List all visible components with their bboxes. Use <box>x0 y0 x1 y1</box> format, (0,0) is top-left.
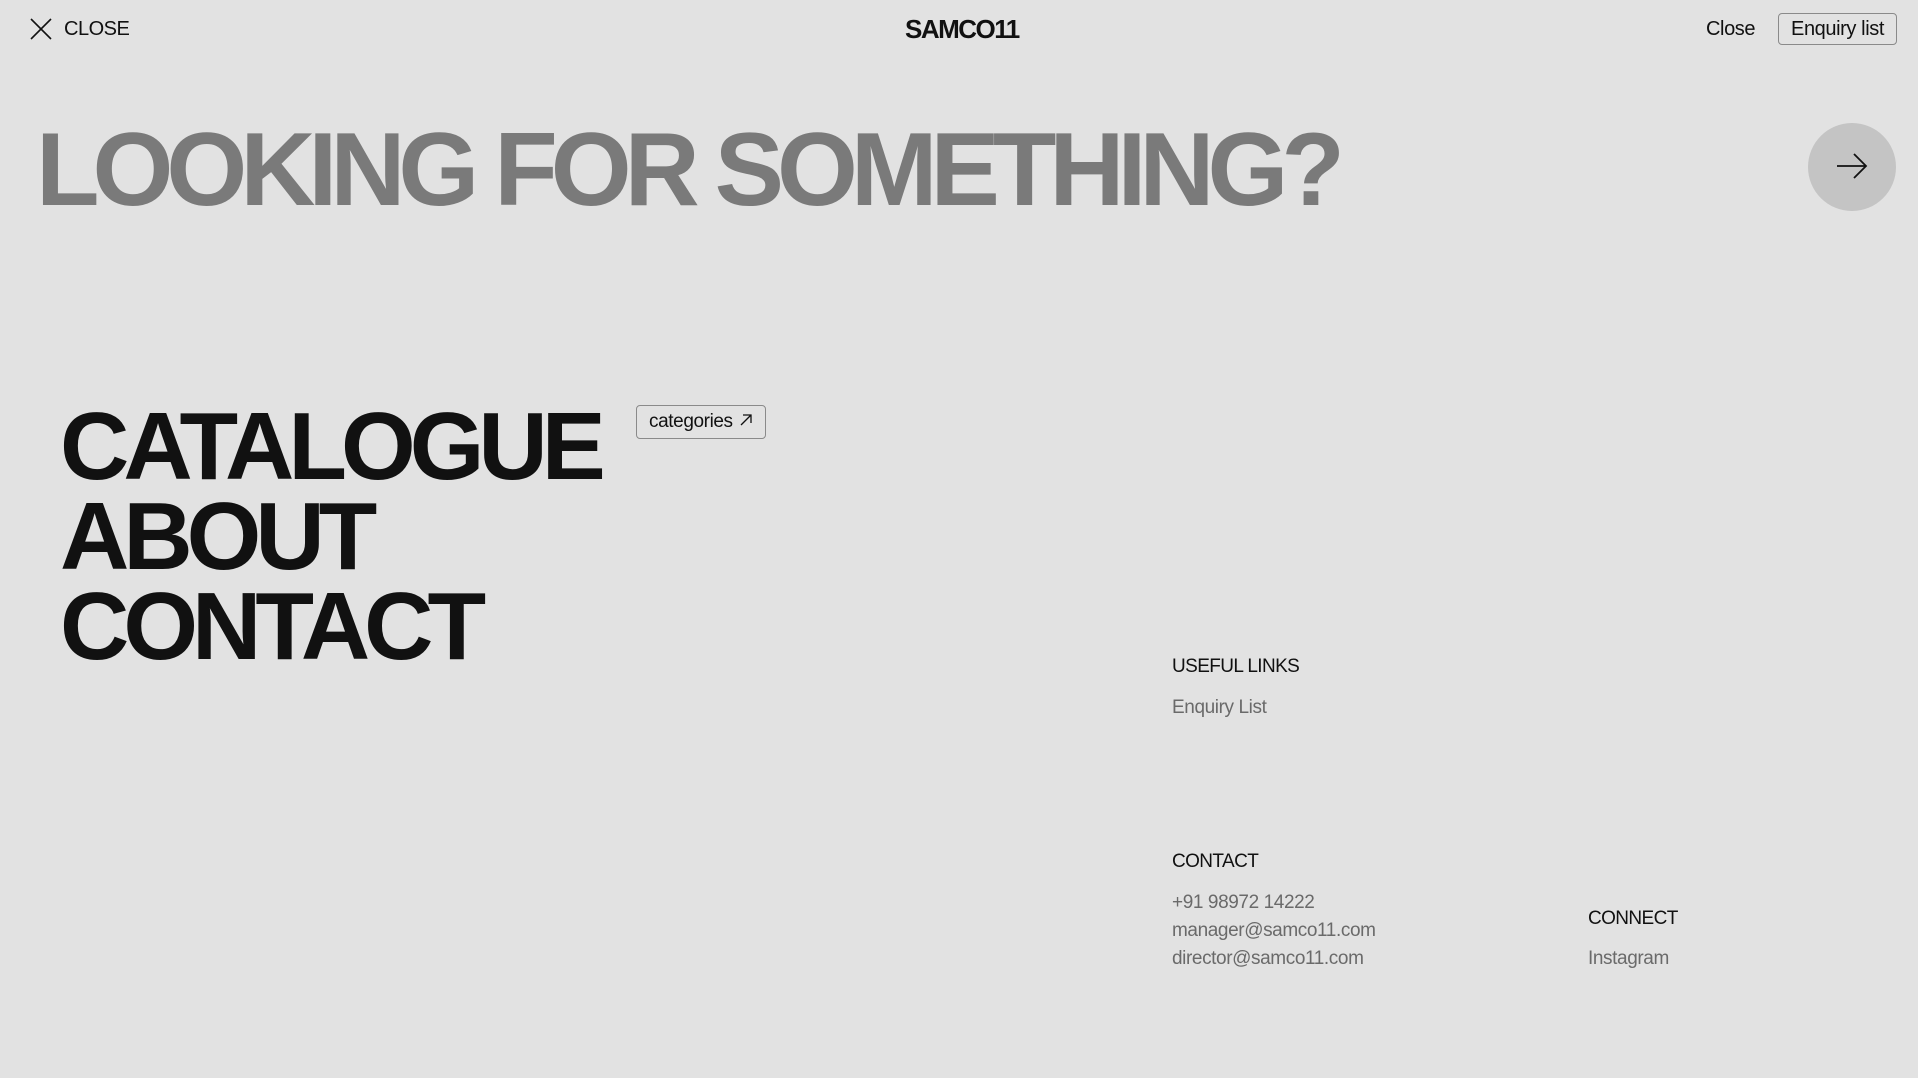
contact-email-manager-link[interactable]: manager@samco11.com <box>1172 920 1376 942</box>
search-submit-button[interactable] <box>1808 123 1896 211</box>
main-nav: CATALOGUE ABOUT CONTACT <box>60 399 606 675</box>
contact-phone-link[interactable]: +91 98972 14222 <box>1172 892 1315 914</box>
nav-item-contact[interactable]: CONTACT <box>60 579 600 675</box>
search-overlay: CLOSE SAMCO11 Close Enquiry list CATALOG… <box>0 0 1918 1078</box>
nav-item-catalogue[interactable]: CATALOGUE <box>60 399 606 495</box>
close-overlay-button[interactable]: CLOSE <box>28 16 130 42</box>
header-close-link[interactable]: Close <box>1706 18 1756 41</box>
nav-item-about[interactable]: ABOUT <box>60 489 600 585</box>
enquiry-list-button[interactable]: Enquiry list <box>1778 13 1898 45</box>
contact-heading: CONTACT <box>1172 851 1259 872</box>
connect-instagram-link[interactable]: Instagram <box>1588 948 1669 970</box>
brand-logo[interactable]: SAMCO11 <box>905 14 1020 45</box>
contact-email-director-link[interactable]: director@samco11.com <box>1172 948 1364 970</box>
useful-link-enquiry-list[interactable]: Enquiry List <box>1172 697 1267 719</box>
useful-links-heading: USEFUL LINKS <box>1172 656 1300 677</box>
close-icon <box>28 16 54 42</box>
search-input[interactable] <box>36 110 1736 230</box>
categories-button[interactable]: categories <box>636 405 766 439</box>
connect-heading: CONNECT <box>1588 908 1678 929</box>
categories-label: categories <box>649 411 733 432</box>
arrow-right-icon <box>1835 151 1869 184</box>
close-label: CLOSE <box>64 17 130 40</box>
arrow-up-right-icon <box>739 411 753 433</box>
